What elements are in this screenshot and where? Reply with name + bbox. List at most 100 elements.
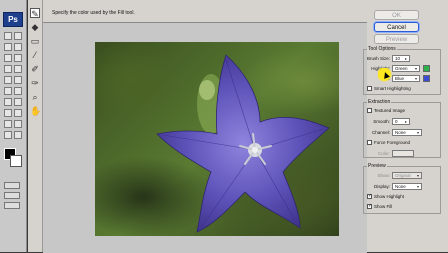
show-value: Original: [395, 173, 411, 178]
eraser-tool-icon[interactable]: [4, 87, 12, 95]
notes-tool-icon[interactable]: [4, 131, 12, 139]
show-fill-label: Show Fill: [374, 204, 393, 209]
smooth-row: Smooth: 0 ▸: [366, 118, 440, 126]
brush-size-value: 10: [395, 56, 401, 61]
bellflower-image: [156, 54, 330, 233]
textured-image-label: Textured Image: [374, 108, 406, 113]
slice-tool-icon[interactable]: [14, 54, 22, 62]
healing-brush-icon[interactable]: [4, 65, 12, 73]
pen-tool-icon[interactable]: [4, 120, 12, 128]
force-color-swatch[interactable]: [392, 150, 414, 157]
preview-canvas[interactable]: [43, 22, 367, 253]
preview-button[interactable]: Preview: [374, 34, 419, 44]
cancel-button[interactable]: Cancel: [374, 22, 419, 32]
quick-mask-icon[interactable]: [4, 182, 20, 189]
smooth-label: Smooth:: [373, 119, 390, 124]
show-highlight-checkbox[interactable]: ✓ Show Highlight: [367, 194, 404, 201]
crop-tool-icon[interactable]: [4, 54, 12, 62]
ok-button[interactable]: OK: [374, 10, 419, 20]
preview-group: Preview Show: Original ▾ Display: None ▾…: [363, 163, 441, 214]
force-foreground-checkbox[interactable]: Force Foreground: [367, 140, 410, 147]
extract-options-panel: OK Cancel Preview Tool Options Brush Siz…: [360, 0, 448, 252]
smart-highlighting-checkbox[interactable]: Smart Highlighting: [367, 86, 411, 93]
chevron-right-icon[interactable]: ▸: [403, 119, 409, 124]
cleanup-tool-icon[interactable]: ✐: [30, 64, 40, 74]
gradient-tool-icon[interactable]: [14, 87, 22, 95]
path-select-icon[interactable]: [4, 109, 12, 117]
show-highlight-label: Show Highlight: [374, 194, 405, 199]
smooth-input[interactable]: 0 ▸: [392, 118, 410, 125]
smart-highlighting-label: Smart Highlighting: [374, 86, 411, 91]
chevron-down-icon: ▾: [414, 66, 417, 71]
marquee-tool-icon[interactable]: [14, 32, 22, 40]
status-hint: Specify the color used by the Fill tool.: [52, 10, 135, 16]
show-row: Show: Original ▾: [366, 172, 440, 180]
shape-tool-icon[interactable]: [14, 120, 22, 128]
highlight-select[interactable]: Green ▾: [392, 65, 420, 72]
jump-to-icon[interactable]: [4, 202, 20, 209]
edge-touchup-icon[interactable]: ✑: [30, 78, 40, 88]
magic-wand-tool-icon[interactable]: [14, 43, 22, 51]
clone-stamp-icon[interactable]: [4, 76, 12, 84]
channel-label: Channel:: [371, 130, 390, 135]
photoshop-toolbox: Ps: [0, 0, 27, 252]
fill-tool-icon[interactable]: ◆: [30, 22, 40, 32]
dodge-tool-icon[interactable]: [14, 98, 22, 106]
highlight-value: Green: [395, 66, 408, 71]
blur-tool-icon[interactable]: [4, 98, 12, 106]
show-select[interactable]: Original ▾: [392, 172, 422, 179]
fill-select[interactable]: Blue ▾: [392, 75, 420, 82]
photoshop-logo: Ps: [3, 12, 23, 27]
tool-options-group: Tool Options Brush Size: 10 ▸ Highlight:…: [363, 46, 441, 95]
tool-options-title: Tool Options: [367, 46, 397, 52]
fill-value: Blue: [395, 76, 405, 81]
checkbox-box[interactable]: [367, 140, 372, 146]
eyedropper-icon[interactable]: ⁄: [30, 50, 40, 60]
preview-title: Preview: [367, 163, 387, 169]
display-select[interactable]: None ▾: [392, 183, 422, 190]
flower-photo[interactable]: [95, 42, 339, 236]
color-row: Color:: [366, 150, 440, 158]
move-tool-icon[interactable]: [4, 32, 12, 40]
brush-size-label: Brush Size:: [366, 56, 390, 61]
eraser-icon[interactable]: ▭: [30, 36, 40, 46]
type-tool-icon[interactable]: [14, 109, 22, 117]
show-fill-checkbox[interactable]: ✓ Show Fill: [367, 204, 392, 211]
channel-select[interactable]: None ▾: [392, 129, 422, 136]
lasso-tool-icon[interactable]: [4, 43, 12, 51]
brush-size-input[interactable]: 10 ▸: [392, 55, 410, 62]
checkbox-box[interactable]: [367, 108, 372, 114]
force-foreground-label: Force Foreground: [374, 140, 411, 145]
channel-row: Channel: None ▾: [366, 129, 440, 137]
checkbox-box[interactable]: ✓: [367, 204, 372, 210]
extract-tools: ✎ ◆ ▭ ⁄ ✐ ✑ ⌕ ✋: [28, 0, 43, 252]
checkbox-box[interactable]: [367, 86, 372, 92]
show-label: Show:: [377, 173, 390, 178]
extraction-group: Extraction Textured Image Smooth: 0 ▸ Ch…: [363, 99, 441, 158]
mouse-cursor-icon: [378, 68, 392, 82]
screen-mode-icon[interactable]: [4, 192, 20, 199]
extraction-title: Extraction: [367, 99, 392, 105]
textured-image-checkbox[interactable]: Textured Image: [367, 108, 405, 115]
edge-highlighter-icon[interactable]: ✎: [30, 8, 40, 19]
extract-dialog: ✎ ◆ ▭ ⁄ ✐ ✑ ⌕ ✋ Specify the color used b…: [28, 0, 448, 253]
background-color-swatch[interactable]: [10, 155, 22, 167]
display-row: Display: None ▾: [366, 183, 440, 191]
mode-icons: [4, 182, 20, 212]
channel-value: None: [395, 130, 406, 135]
color-label: Color:: [377, 151, 390, 156]
zoom-tool-icon[interactable]: ⌕: [30, 92, 40, 102]
highlight-color-swatch[interactable]: [423, 65, 430, 72]
brush-tool-icon[interactable]: [14, 65, 22, 73]
fill-color-swatch[interactable]: [423, 75, 430, 82]
brush-size-row: Brush Size: 10 ▸: [366, 55, 440, 63]
history-brush-icon[interactable]: [14, 76, 22, 84]
chevron-down-icon: ▾: [414, 76, 417, 81]
chevron-down-icon: ▾: [416, 184, 419, 189]
chevron-down-icon: ▾: [416, 173, 419, 178]
checkbox-box[interactable]: ✓: [367, 194, 372, 200]
hand-tool-icon[interactable]: ✋: [30, 106, 41, 116]
smooth-value: 0: [395, 119, 398, 124]
chevron-right-icon[interactable]: ▸: [403, 56, 409, 61]
eyedropper-tool-icon[interactable]: [14, 131, 22, 139]
